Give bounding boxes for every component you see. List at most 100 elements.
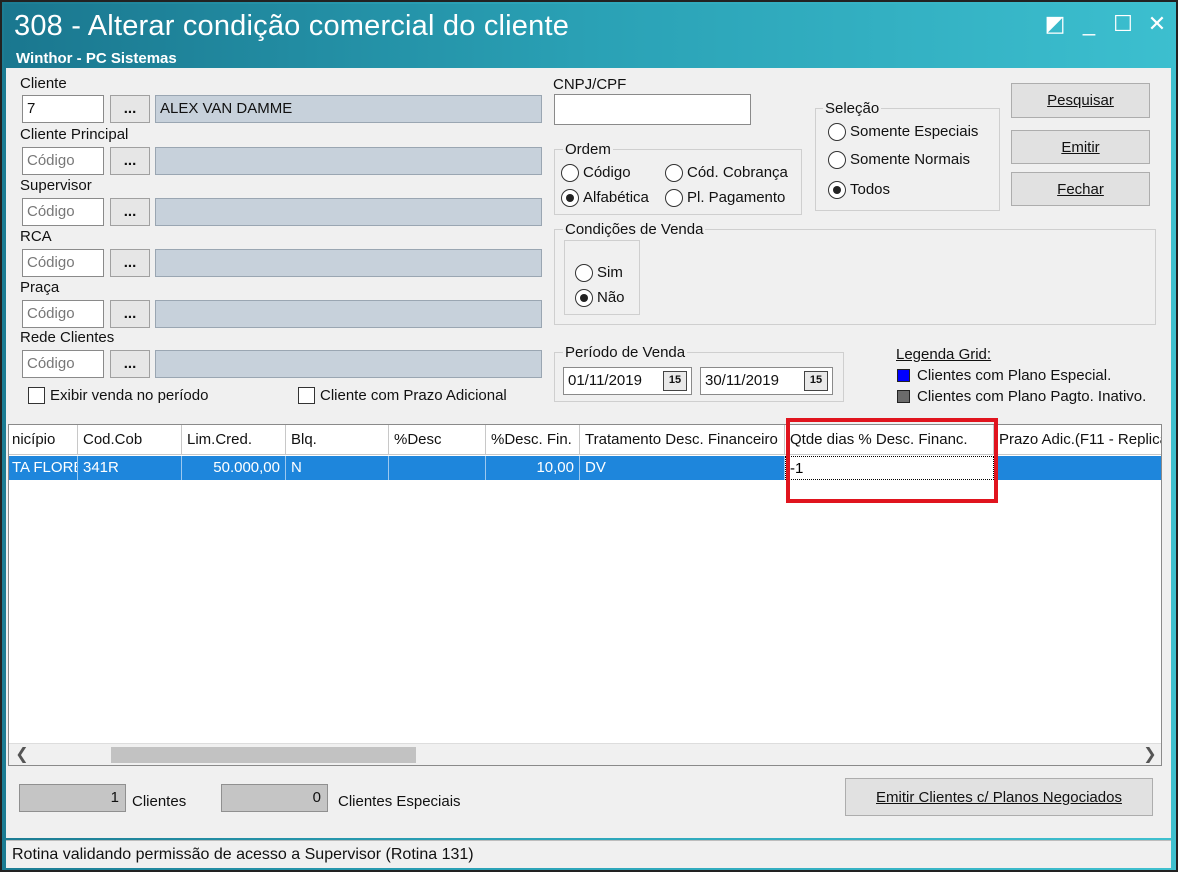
cell-blq[interactable]: N: [286, 456, 389, 480]
scroll-left-icon[interactable]: ❮: [11, 744, 33, 765]
rede-clientes-lookup-button[interactable]: ...: [110, 350, 150, 378]
calendar-end-icon[interactable]: 15: [804, 371, 828, 391]
scroll-thumb[interactable]: [111, 747, 416, 763]
table-row[interactable]: TA FLORES 341R 50.000,00 N 10,00 DV -1: [9, 456, 1161, 480]
emitir-planos-button[interactable]: Emitir Clientes c/ Planos Negociados: [845, 778, 1153, 816]
cell-cod-cob[interactable]: 341R: [78, 456, 182, 480]
prazo-adicional-checkbox[interactable]: [298, 387, 315, 404]
rede-clientes-name-field: [155, 350, 542, 378]
legend-inativo-label: Clientes com Plano Pagto. Inativo.: [917, 388, 1147, 405]
condicoes-sim-label: Sim: [597, 264, 623, 281]
cliente-label: Cliente: [20, 75, 67, 92]
window-subtitle: Winthor - PC Sistemas: [16, 50, 177, 67]
col-header-blq[interactable]: Blq.: [286, 425, 389, 455]
condicoes-nao-radio[interactable]: [575, 289, 593, 307]
cliente-principal-label: Cliente Principal: [20, 126, 129, 143]
col-header-municipio[interactable]: nicípio: [9, 425, 78, 455]
praca-name-field: [155, 300, 542, 328]
legend-inativo-swatch: [897, 390, 910, 403]
supervisor-lookup-button[interactable]: ...: [110, 198, 150, 226]
grid-horizontal-scrollbar[interactable]: ❮ ❯: [9, 743, 1161, 765]
rca-lookup-button[interactable]: ...: [110, 249, 150, 277]
especiais-count: 0: [221, 784, 328, 812]
legenda-title: Legenda Grid:: [896, 346, 992, 363]
condicoes-nao-label: Não: [597, 289, 625, 306]
rca-name-field: [155, 249, 542, 277]
cell-prazo-adic[interactable]: [994, 456, 1161, 480]
selecao-todos-label: Todos: [850, 181, 891, 198]
cell-qtde-dias-editor[interactable]: -1: [785, 456, 994, 480]
col-header-tratamento[interactable]: Tratamento Desc. Financeiro: [580, 425, 785, 455]
emitir-button-label: Emitir: [1061, 138, 1100, 156]
exibir-venda-checkbox[interactable]: [28, 387, 45, 404]
exibir-venda-label: Exibir venda no período: [50, 387, 209, 404]
periodo-title: Período de Venda: [563, 344, 688, 361]
cnpj-input[interactable]: [554, 94, 751, 125]
especiais-count-label: Clientes Especiais: [338, 793, 461, 810]
ordem-codigo-label: Código: [583, 164, 631, 181]
supervisor-input[interactable]: Código: [22, 198, 104, 226]
col-header-prazo-adic[interactable]: Prazo Adic.(F11 - Replicar): [994, 425, 1161, 455]
prazo-adicional-label: Cliente com Prazo Adicional: [320, 387, 507, 404]
praca-label: Praça: [20, 279, 60, 296]
col-header-qtde-dias[interactable]: Qtde dias % Desc. Financ.: [785, 425, 994, 455]
cliente-principal-input[interactable]: Código: [22, 147, 104, 175]
selecao-especiais-label: Somente Especiais: [850, 123, 979, 140]
cliente-code-input[interactable]: 7: [22, 95, 104, 123]
ordem-cod-cobranca-radio[interactable]: [665, 164, 683, 182]
col-header-desc[interactable]: %Desc: [389, 425, 486, 455]
cell-municipio[interactable]: TA FLORES: [9, 456, 78, 480]
selecao-title: Seleção: [823, 100, 882, 117]
fechar-button-label: Fechar: [1057, 180, 1104, 198]
col-header-lim-cred[interactable]: Lim.Cred.: [182, 425, 286, 455]
emitir-button[interactable]: Emitir: [1011, 130, 1150, 164]
maximize-icon[interactable]: ☐: [1108, 10, 1138, 38]
condicoes-title: Condições de Venda: [563, 221, 706, 238]
selecao-normais-label: Somente Normais: [850, 151, 971, 168]
legend-especial-swatch: [897, 369, 910, 382]
rede-clientes-label: Rede Clientes: [20, 329, 115, 346]
praca-lookup-button[interactable]: ...: [110, 300, 150, 328]
clientes-grid[interactable]: nicípio Cod.Cob Lim.Cred. Blq. %Desc %De…: [8, 424, 1162, 766]
cliente-principal-name-field: [155, 147, 542, 175]
supervisor-label: Supervisor: [20, 177, 92, 194]
ordem-title: Ordem: [563, 141, 613, 158]
cliente-lookup-button[interactable]: ...: [110, 95, 150, 123]
praca-input[interactable]: Código: [22, 300, 104, 328]
close-icon[interactable]: ✕: [1142, 10, 1172, 38]
emitir-planos-button-label: Emitir Clientes c/ Planos Negociados: [876, 788, 1122, 806]
cell-tratamento[interactable]: DV: [580, 456, 785, 480]
pesquisar-button-label: Pesquisar: [1047, 92, 1114, 109]
selecao-normais-radio[interactable]: [828, 151, 846, 169]
condicoes-group: [554, 229, 1156, 325]
cell-lim-cred[interactable]: 50.000,00: [182, 456, 286, 480]
col-header-cod-cob[interactable]: Cod.Cob: [78, 425, 182, 455]
status-bar: Rotina validando permissão de acesso a S…: [6, 840, 1171, 868]
ordem-alfabetica-label: Alfabética: [583, 189, 649, 206]
condicoes-sim-radio[interactable]: [575, 264, 593, 282]
clientes-count-label: Clientes: [132, 793, 187, 810]
calendar-start-icon[interactable]: 15: [663, 371, 687, 391]
ordem-codigo-radio[interactable]: [561, 164, 579, 182]
selecao-todos-radio[interactable]: [828, 181, 846, 199]
minimize-icon[interactable]: _: [1074, 10, 1104, 38]
fechar-button[interactable]: Fechar: [1011, 172, 1150, 206]
pesquisar-button[interactable]: Pesquisar: [1011, 83, 1150, 118]
restore-icon[interactable]: ◩: [1040, 10, 1070, 38]
cliente-principal-lookup-button[interactable]: ...: [110, 147, 150, 175]
col-header-desc-fin[interactable]: %Desc. Fin.: [486, 425, 580, 455]
selecao-especiais-radio[interactable]: [828, 123, 846, 141]
cell-desc-fin[interactable]: 10,00: [486, 456, 580, 480]
cell-desc[interactable]: [389, 456, 486, 480]
supervisor-name-field: [155, 198, 542, 226]
rca-label: RCA: [20, 228, 52, 245]
scroll-right-icon[interactable]: ❯: [1139, 744, 1161, 765]
rca-input[interactable]: Código: [22, 249, 104, 277]
ordem-cod-cobranca-label: Cód. Cobrança: [687, 164, 788, 181]
window-title: 308 - Alterar condição comercial do clie…: [14, 10, 570, 42]
rede-clientes-input[interactable]: Código: [22, 350, 104, 378]
ordem-pl-pagamento-radio[interactable]: [665, 189, 683, 207]
ordem-alfabetica-radio[interactable]: [561, 189, 579, 207]
cnpj-label: CNPJ/CPF: [553, 76, 627, 93]
form-body: Cliente 7 ... ALEX VAN DAMME Cliente Pri…: [6, 68, 1171, 838]
